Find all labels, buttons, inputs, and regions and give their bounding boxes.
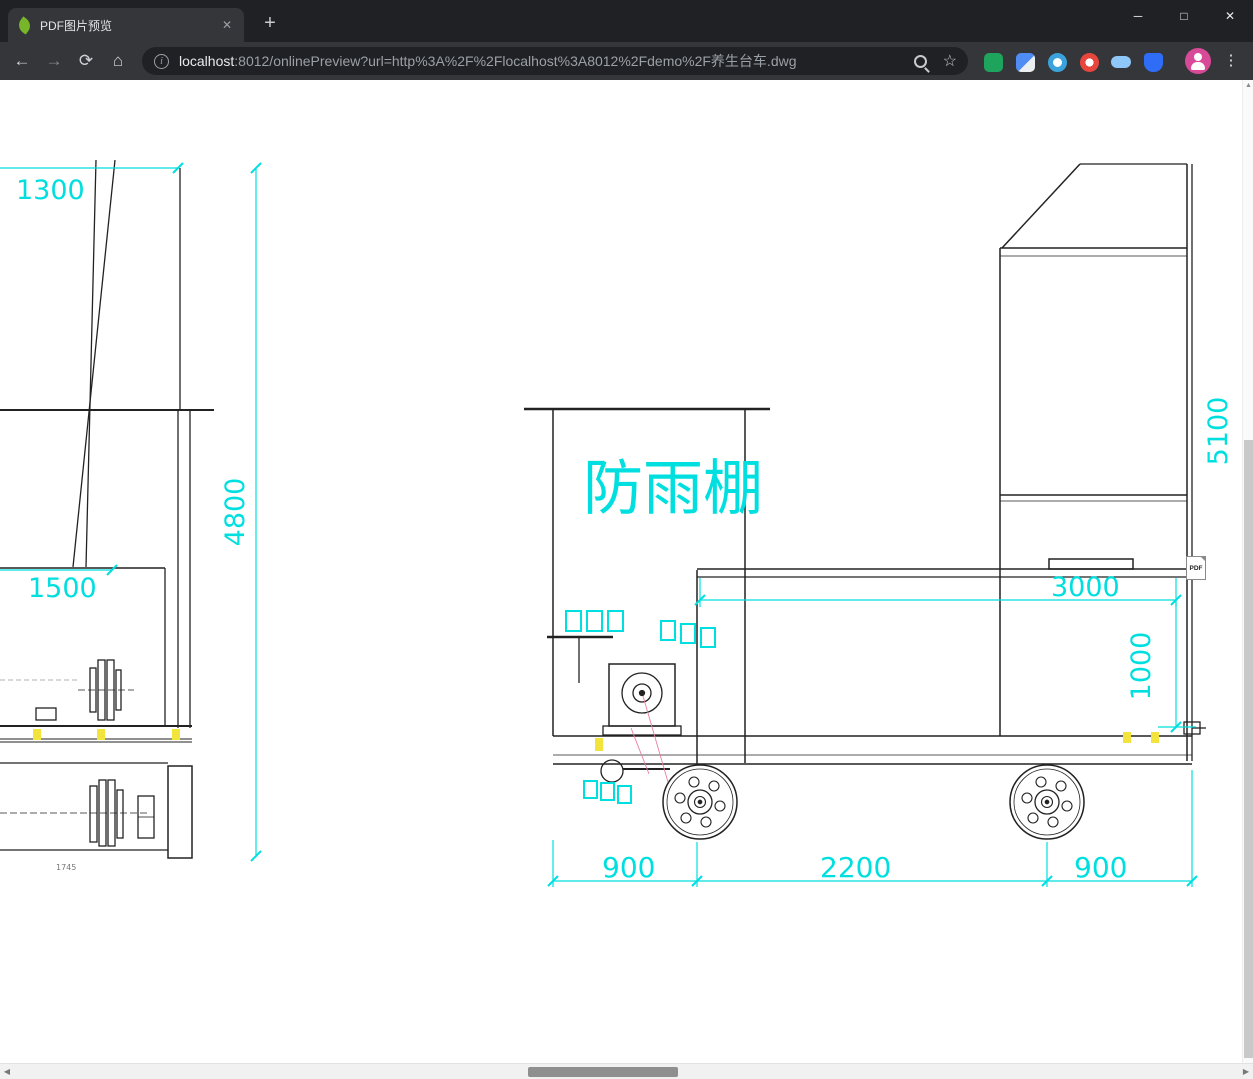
scroll-left-icon[interactable]: ◀: [0, 1064, 14, 1079]
spring-leaf-favicon: [15, 15, 34, 35]
address-bar[interactable]: i localhost:8012/onlinePreview?url=http%…: [142, 47, 968, 75]
browser-tab[interactable]: PDF图片预览 ✕: [8, 8, 244, 42]
tab-title: PDF图片预览: [40, 18, 113, 33]
bookmark-star-icon[interactable]: ☆: [943, 51, 957, 71]
refresh-icon[interactable]: ⟳: [72, 47, 100, 75]
teal-ring-glyph: [1047, 52, 1067, 72]
wheel-left: [662, 764, 738, 840]
site-info-icon[interactable]: i: [154, 53, 169, 69]
canopy-label: 防雨棚: [583, 454, 763, 524]
translate-extension-icon[interactable]: [981, 50, 1005, 74]
url-host: localhost: [179, 53, 235, 69]
left-elevation-view: [0, 160, 214, 859]
tab-close-icon[interactable]: ✕: [218, 16, 236, 34]
dimension-label-4800: 4800: [220, 478, 251, 547]
scroll-up-icon[interactable]: ▲: [1243, 80, 1253, 92]
dimension-label-1500: 1500: [28, 573, 97, 604]
pdf-preview-content: 1300 4800 1500 防雨棚 3000 1000 5100 900 22…: [0, 80, 1253, 1063]
forward-icon[interactable]: →: [40, 47, 68, 75]
small-dimension-label: 1745: [56, 863, 76, 872]
horizontal-scrollbar-thumb[interactable]: [528, 1067, 678, 1077]
url-text: localhost:8012/onlinePreview?url=http%3A…: [179, 51, 914, 71]
home-icon[interactable]: ⌂: [104, 47, 132, 75]
horizontal-scrollbar[interactable]: ◀ ▶: [0, 1063, 1253, 1079]
google-translate-glyph: [1015, 52, 1035, 72]
close-button[interactable]: ✕: [1207, 0, 1253, 32]
maximize-button[interactable]: □: [1161, 0, 1207, 32]
browser-extension-icon-teal[interactable]: [1045, 50, 1069, 74]
tab-strip: PDF图片预览 ✕ + ─ □ ✕: [0, 0, 1253, 42]
browser-window: PDF图片预览 ✕ + ─ □ ✕ ← → ⟳ ⌂ i localhost:80…: [0, 0, 1253, 1079]
cad-drawing: 1300 4800 1500 防雨棚 3000 1000 5100 900 22…: [0, 160, 1234, 887]
red-ring-glyph: [1079, 52, 1099, 72]
shield-extension-icon[interactable]: [1141, 50, 1165, 74]
highlight-ticks: [33, 729, 1159, 751]
cloud-extension-icon[interactable]: [1109, 50, 1133, 74]
translate-extension-glyph: [983, 52, 1003, 72]
browser-menu-icon[interactable]: ⋮: [1222, 49, 1240, 73]
dimension-label-5100: 5100: [1203, 397, 1234, 466]
google-translate-extension-icon[interactable]: [1013, 50, 1037, 74]
pdf-file-icon-label: PDF: [1189, 564, 1203, 572]
wheel-right: [1009, 764, 1085, 840]
url-path: :8012/onlinePreview?url=http%3A%2F%2Floc…: [234, 53, 797, 69]
browser-toolbar: ← → ⟳ ⌂ i localhost:8012/onlinePreview?u…: [0, 42, 1253, 80]
window-controls: ─ □ ✕: [1115, 0, 1253, 32]
browser-extension-icon-red[interactable]: [1077, 50, 1101, 74]
dimension-label-900-left: 900: [602, 851, 655, 884]
new-tab-button[interactable]: +: [258, 12, 282, 36]
dimension-label-1300: 1300: [16, 175, 85, 206]
scroll-right-icon[interactable]: ▶: [1239, 1064, 1253, 1079]
cloud-glyph: [1111, 56, 1131, 68]
dimension-label-2200: 2200: [820, 851, 891, 884]
zoom-icon[interactable]: [913, 54, 927, 68]
dimension-label-900-right: 900: [1074, 851, 1127, 884]
dimension-label-1000: 1000: [1126, 632, 1157, 701]
back-icon[interactable]: ←: [8, 47, 36, 75]
vertical-scrollbar-thumb[interactable]: [1244, 440, 1253, 1058]
vertical-scrollbar[interactable]: ▲: [1242, 80, 1253, 1063]
minimize-button[interactable]: ─: [1115, 0, 1161, 32]
dimension-label-3000: 3000: [1051, 572, 1120, 603]
pdf-file-icon[interactable]: PDF: [1186, 556, 1206, 580]
profile-avatar[interactable]: [1185, 48, 1211, 74]
shield-glyph: [1143, 52, 1163, 72]
